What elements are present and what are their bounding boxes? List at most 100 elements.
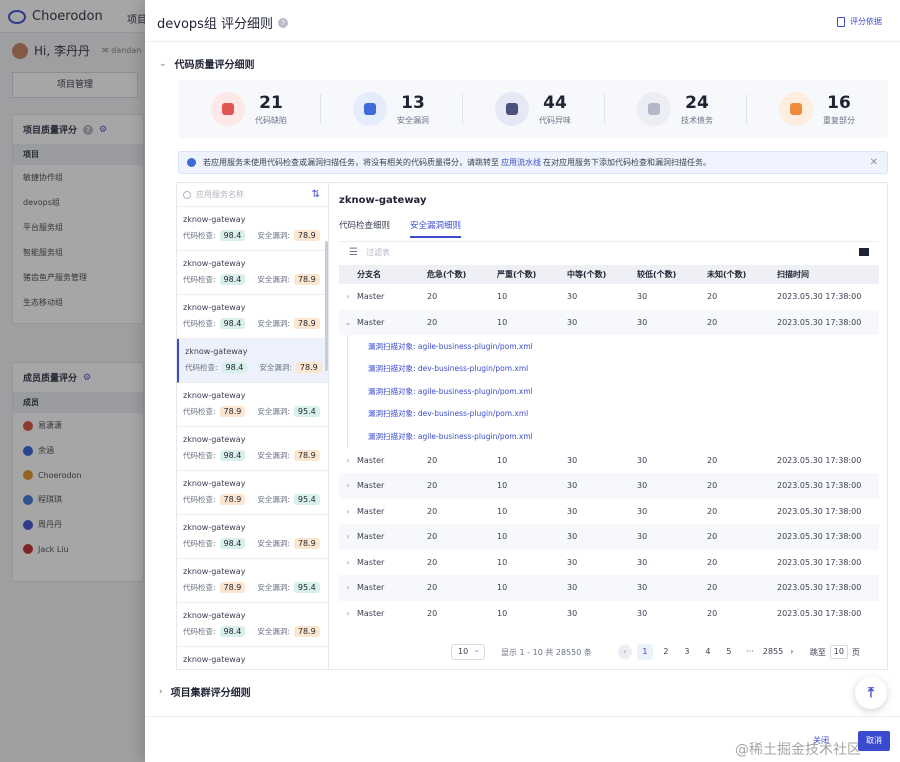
table-cell: 20 [707,292,718,302]
page-number[interactable]: 5 [721,644,737,660]
service-list-item[interactable]: zknow-gateway 代码检查: 98.4 安全漏洞: 78.9 [177,295,328,339]
security-score: 78.9 [293,538,320,549]
cancel-button[interactable]: 取消 [858,731,890,751]
table-cell: 30 [637,506,648,516]
page-number[interactable]: 2 [658,644,674,660]
tab-1[interactable]: 安全漏洞细则 [410,219,462,238]
service-list-item[interactable]: zknow-gateway 代码检查: 78.9 安全漏洞: 95.4 [177,471,328,515]
service-name: zknow-gateway [183,435,246,444]
page-number[interactable]: 3 [679,644,695,660]
page-number[interactable]: ··· [742,644,758,660]
drawer-header: devops组 评分细则 ? 评分依据 [145,0,900,42]
back-to-top-button[interactable]: ⤒ [855,677,887,709]
service-list-item[interactable]: zknow-gateway 代码检查: 98.4 安全漏洞: 78.9 [177,427,328,471]
table-row[interactable]: › Master 20 10 30 30 20 2023.05.30 17:38:00 [339,550,879,576]
table-row[interactable]: ⌄ Master 20 10 30 30 20 2023.05.30 17:38:00 [339,309,879,335]
security-label: 安全漏洞: [257,627,290,636]
chevron-right-icon[interactable]: › [339,558,357,567]
scan-target-link[interactable]: 漏洞扫描对象: dev-business-plugin/pom.xml [347,402,879,425]
filter-input[interactable]: 过滤表 [366,247,390,258]
table-cell: 20 [707,506,718,516]
table-cell: 20 [707,455,718,465]
table-cell: 10 [497,557,508,567]
chevron-right-icon[interactable]: › [339,456,357,465]
chevron-right-icon[interactable]: › [339,532,357,541]
service-detail-panel: zknow-gateway 代码检查细则 安全漏洞细则 ☰ 过滤表 分支名 危急(个… [328,182,888,670]
close-icon[interactable]: ✕ [870,157,878,168]
scan-target-link[interactable]: 漏洞扫描对象: agile-business-plugin/pom.xml [347,380,879,403]
page-size-select[interactable]: 10 [451,643,485,660]
table-cell: Master [357,481,385,491]
table-row[interactable]: › Master 20 10 30 30 20 2023.05.30 17:38:00 [339,499,879,525]
table-cell: 20 [707,557,718,567]
code-check-score: 98.4 [219,626,246,637]
service-list-item[interactable]: zknow-gateway 代码检查: 98.4 安全漏洞: 78.9 [177,207,328,251]
code-check-score: 98.4 [219,450,246,461]
scan-target-link[interactable]: 漏洞扫描对象: dev-business-plugin/pom.xml [347,357,879,380]
goto-input[interactable]: 10 [829,645,848,659]
service-list-item[interactable]: zknow-gateway 代码检查: 98.4 安全漏洞: 78.9 [177,515,328,559]
table-cell: 20 [707,608,718,618]
prev-page-icon[interactable]: ‹ [617,645,632,659]
table-row[interactable]: › Master 20 10 30 30 20 2023.05.30 17:38:00 [339,448,879,474]
sort-icon[interactable]: ⇅ [312,189,320,200]
chevron-right-icon[interactable]: › [339,507,357,516]
stat-value: 44 [543,92,567,113]
security-label: 安全漏洞: [257,319,290,328]
stat-label: 代码缺陷 [255,115,287,125]
chevron-right-icon[interactable]: › [339,583,357,592]
section-code-quality[interactable]: ⌄ 代码质量评分细则 [159,56,255,72]
help-icon[interactable]: ? [278,17,289,28]
service-search[interactable]: 应用服务名称 ⇅ [177,183,328,207]
service-list-item[interactable]: zknow-gateway 代码检查: 78.9 安全漏洞: 95.4 [177,559,328,603]
chevron-right-icon[interactable]: › [339,609,357,618]
tab-0[interactable]: 代码检查细则 [339,219,390,238]
chevron-down-icon: ⌄ [159,58,167,69]
code-check-label: 代码检查: [183,319,216,328]
code-check-label: 代码检查: [185,363,218,372]
filter-bar[interactable]: ☰ 过滤表 [339,241,879,263]
service-list-item[interactable]: zknow-gateway 代码检查: 78.9 安全漏洞: 95.4 [177,383,328,427]
table-row[interactable]: › Master 20 10 30 30 20 2023.05.30 17:38:00 [339,524,879,550]
table-row[interactable]: › Master 20 10 30 30 20 2023.05.30 17:38:00 [339,473,879,499]
section-cluster[interactable]: › 项目集群评分细则 [159,684,251,700]
columns-icon[interactable] [859,248,869,256]
table-cell: 2023.05.30 17:38:00 [777,583,862,593]
table-row[interactable]: › Master 20 10 30 30 20 2023.05.30 17:38:00 [339,575,879,601]
score-basis-link[interactable]: 评分依据 [837,16,882,27]
scan-target-link[interactable]: 漏洞扫描对象: agile-business-plugin/pom.xml [347,425,879,448]
table-cell: 30 [637,608,648,618]
service-list-item[interactable]: zknow-gateway [177,647,328,669]
service-name: zknow-gateway [185,347,248,356]
table-cell: Master [357,532,385,542]
chevron-right-icon[interactable]: › [339,481,357,490]
code-check-score: 98.4 [219,230,246,241]
chevron-down-icon[interactable]: ⌄ [339,318,357,327]
security-score: 78.9 [295,362,322,373]
table-cell: 20 [427,608,438,618]
security-label: 安全漏洞: [257,539,290,548]
column-header: 分支名 [357,270,381,279]
service-name: zknow-gateway [183,215,246,224]
table-cell: 20 [427,455,438,465]
table-cell: 30 [567,317,578,327]
filter-icon[interactable]: ☰ [349,247,358,258]
page-number[interactable]: 2855 [763,644,783,660]
code-check-label: 代码检查: [183,539,216,548]
code-check-score: 98.4 [219,274,246,285]
table-cell: 20 [427,557,438,567]
service-list-item[interactable]: zknow-gateway 代码检查: 98.4 安全漏洞: 78.9 [177,603,328,647]
table-row[interactable]: › Master 20 10 30 30 20 2023.05.30 17:38:00 [339,284,879,310]
page-number[interactable]: 1 [636,644,653,660]
detail-tabs: 代码检查细则 安全漏洞细则 [339,219,462,238]
page-number[interactable]: 4 [700,644,716,660]
chevron-right-icon[interactable]: › [339,292,357,301]
service-list-item[interactable]: zknow-gateway 代码检查: 98.4 安全漏洞: 78.9 [177,251,328,295]
table-row[interactable]: › Master 20 10 30 30 20 2023.05.30 17:38:00 [339,601,879,627]
scan-target-link[interactable]: 漏洞扫描对象: agile-business-plugin/pom.xml [347,335,879,358]
table-cell: Master [357,455,385,465]
pipeline-link[interactable]: 应用流水线 [501,157,541,168]
next-page-icon[interactable]: › [784,644,800,660]
search-input[interactable]: 应用服务名称 [196,189,244,200]
service-list-item[interactable]: zknow-gateway 代码检查: 98.4 安全漏洞: 78.9 [177,339,328,383]
